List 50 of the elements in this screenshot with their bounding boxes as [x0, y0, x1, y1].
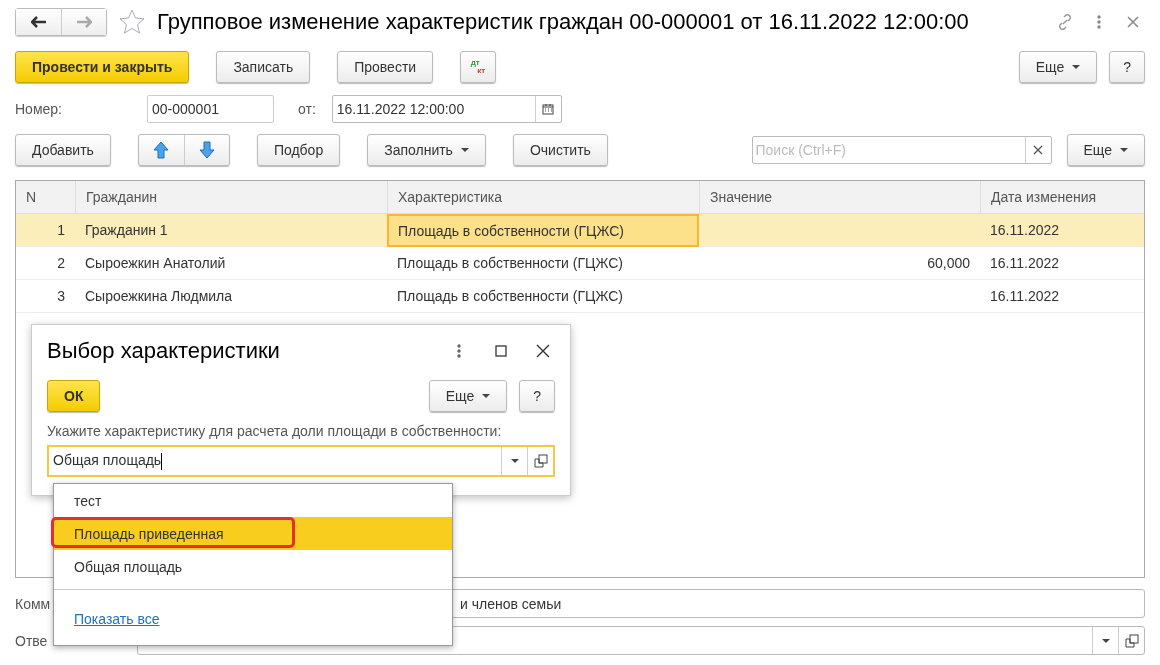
column-header[interactable]: N — [16, 181, 75, 214]
column-header[interactable]: Гражданин — [75, 181, 387, 214]
dialog-title: Выбор характеристики — [47, 338, 281, 364]
window-title: Групповое изменение характеристик граждан 00-000001 от 16.11.2022 12:00:00 — [157, 9, 970, 35]
column-header[interactable]: Значение — [699, 181, 980, 214]
characteristic-field[interactable]: Общая площадь — [47, 445, 555, 477]
prompt-text: Укажите характеристику для расчета доли площади в собственности: — [47, 423, 503, 439]
list-item[interactable]: тест — [54, 484, 452, 517]
more-button[interactable]: Еще — [1018, 51, 1098, 83]
date-label: от: — [298, 101, 316, 117]
column-header[interactable]: Дата изменения — [980, 181, 1144, 214]
more-button[interactable]: Еще — [428, 380, 508, 412]
toolbar-button[interactable]: Добавить — [15, 134, 111, 166]
list-item[interactable]: Общая площадь — [54, 550, 452, 583]
open-icon — [1124, 633, 1139, 648]
fill-menu-button[interactable]: Заполнить — [367, 134, 486, 166]
responsible-label: Отве — [15, 632, 49, 649]
back-button[interactable] — [16, 9, 61, 35]
star-icon[interactable] — [117, 7, 147, 37]
more-button[interactable]: Еще — [1066, 134, 1145, 166]
right-arrow-icon — [76, 16, 92, 28]
date-field[interactable]: 16.11.2022 12:00:00 — [331, 95, 562, 123]
toolbar-button[interactable]: Провести — [337, 51, 434, 83]
caret-icon — [460, 148, 469, 152]
left-arrow-icon — [30, 16, 47, 28]
toolbar-button[interactable]: Подбор — [256, 134, 341, 166]
row-number: 1 — [16, 214, 75, 247]
list-item[interactable]: Площадь приведенная — [54, 517, 452, 550]
number-field[interactable]: 00-000001 — [147, 95, 274, 123]
help-button[interactable]: ? — [1109, 51, 1145, 83]
up-arrow-icon — [153, 141, 170, 159]
help-button[interactable]: ? — [519, 380, 555, 412]
caret-icon — [510, 459, 519, 463]
ok-button[interactable]: ОК — [47, 380, 101, 412]
toolbar-button[interactable]: Очистить — [512, 134, 608, 166]
number-label: Номер: — [15, 101, 63, 117]
caret-icon — [1101, 638, 1110, 643]
column-header[interactable]: Характеристика — [387, 181, 699, 214]
caret-icon — [482, 394, 491, 398]
comment-label: Комм — [15, 595, 52, 612]
table-cell: 16.11.2022 — [980, 214, 1144, 247]
post-and-close-button[interactable]: Провести и закрыть — [15, 51, 190, 83]
dt-kt-button[interactable]: дт кт — [460, 51, 497, 83]
toolbar-button[interactable]: Записать — [216, 51, 311, 83]
down-arrow-icon — [198, 141, 215, 159]
table-cell: Площадь в собственности (ГЦЖС) — [387, 214, 699, 247]
caret-icon — [1072, 65, 1081, 69]
caret-icon — [1120, 148, 1128, 152]
table-cell: Гражданин 1 — [75, 214, 387, 247]
open-icon — [533, 454, 548, 468]
